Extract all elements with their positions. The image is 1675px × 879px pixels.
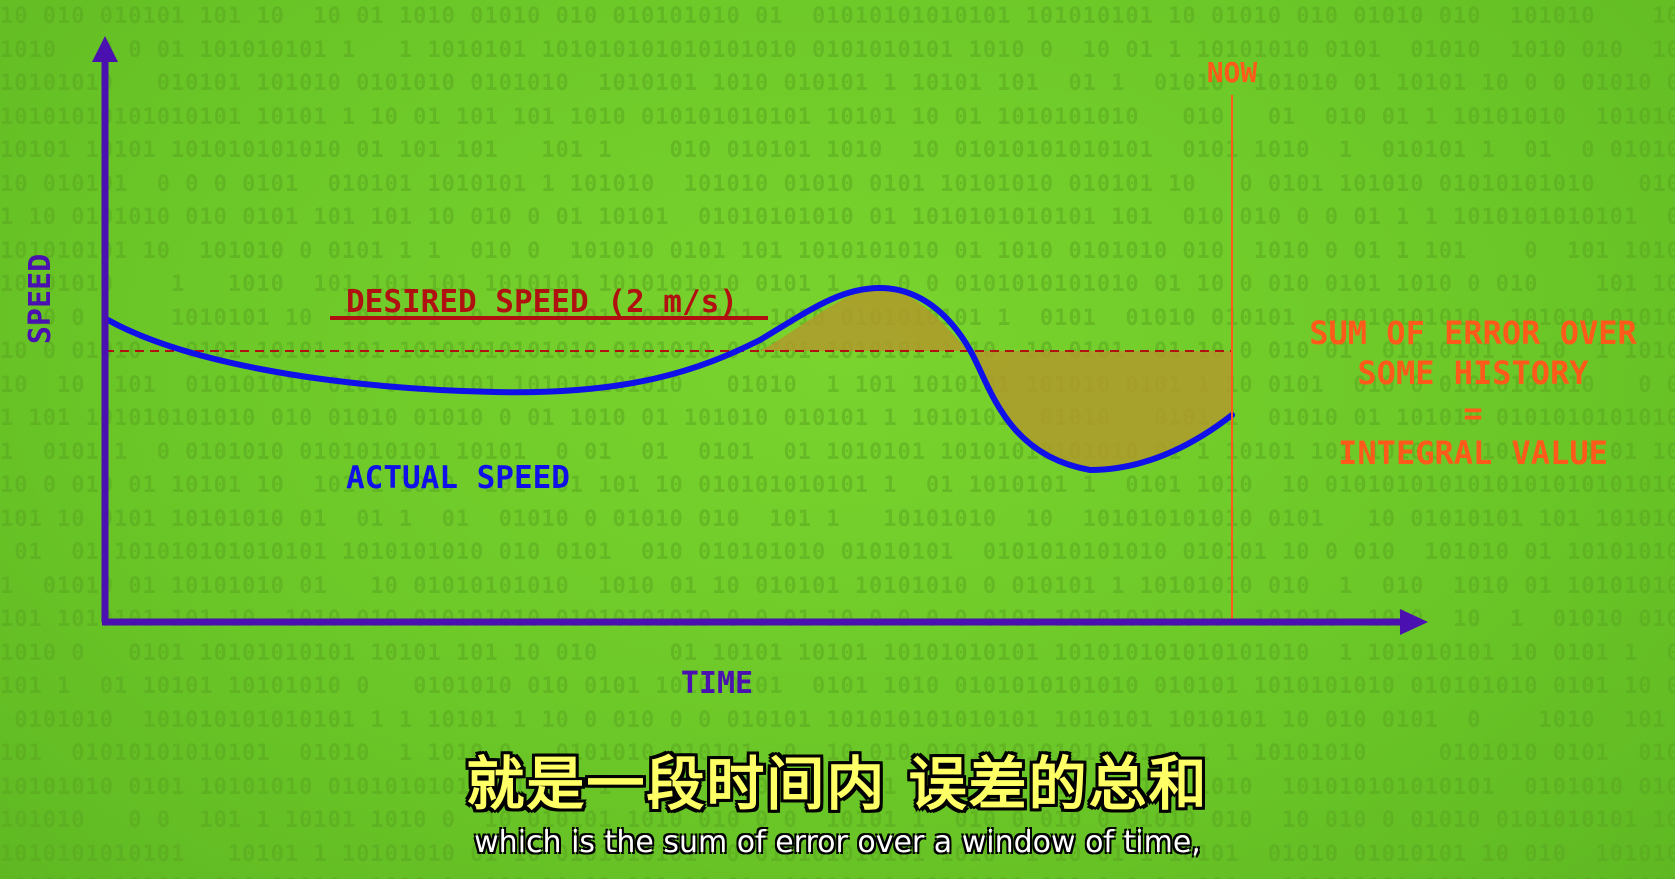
actual-speed-label: ACTUAL SPEED bbox=[346, 460, 570, 496]
x-axis-arrow bbox=[1400, 609, 1428, 635]
y-axis-label: SPEED bbox=[23, 254, 58, 344]
error-area-below bbox=[968, 351, 1232, 470]
error-note-line1: SUM OF ERROR OVER bbox=[1309, 314, 1637, 352]
error-note-line3: = bbox=[1463, 394, 1482, 432]
subtitle-chinese: 就是一段时间内 误差的总和 bbox=[466, 750, 1209, 818]
subtitle-english: which is the sum of error over a window … bbox=[474, 825, 1201, 860]
desired-speed-label: DESIRED SPEED (2 m/s) bbox=[346, 284, 738, 320]
now-label: NOW bbox=[1207, 56, 1258, 89]
x-axis-label: TIME bbox=[681, 666, 753, 701]
error-note-line2: SOME HISTORY bbox=[1357, 354, 1589, 392]
y-axis-arrow bbox=[92, 36, 118, 62]
error-note-line4: INTEGRAL VALUE bbox=[1338, 434, 1608, 472]
